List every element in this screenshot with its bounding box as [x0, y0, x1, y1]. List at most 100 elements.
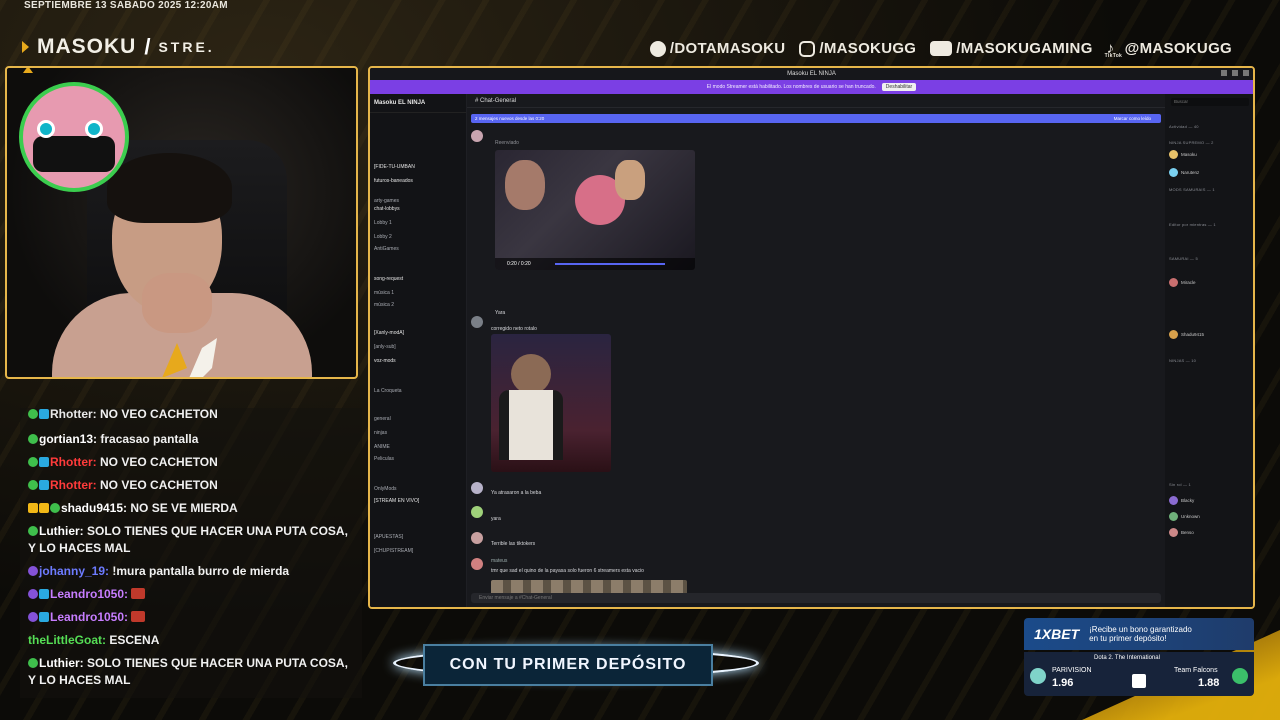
channel-item[interactable]: chat-lobbys	[374, 206, 400, 212]
avatar[interactable]	[471, 558, 483, 570]
badge-icon	[39, 589, 49, 599]
member-item[interactable]: Blacky	[1169, 496, 1194, 505]
member-item[interactable]: Miracle	[1169, 278, 1196, 287]
member-item[interactable]: Narutenz	[1169, 168, 1199, 177]
chat-username[interactable]: Rhotter:	[50, 455, 97, 469]
new-messages-text: 2 mensajes nuevos desde las 0:20	[475, 116, 545, 121]
chat-username[interactable]: johanny_19:	[39, 564, 109, 578]
channel-item[interactable]: futuros-baneados	[374, 178, 413, 184]
badge-icon	[28, 526, 38, 536]
badge-icon	[28, 658, 38, 668]
channel-item[interactable]: general	[374, 416, 391, 422]
channel-item[interactable]: OnlyMods	[374, 486, 397, 492]
channel-item[interactable]: [STREAM EN VIVO]	[374, 498, 419, 504]
channel-item[interactable]: La Croqueta	[374, 388, 402, 394]
chat-username[interactable]: Leandro1050:	[50, 610, 128, 624]
photo-person-head	[511, 354, 551, 394]
channel-item[interactable]: arty-games	[374, 198, 399, 204]
channel-item[interactable]: [APUESTAS]	[374, 534, 403, 540]
avatar[interactable]	[471, 482, 483, 494]
channel-item[interactable]: música 2	[374, 302, 394, 308]
badge-icon	[28, 503, 38, 513]
youtube-icon	[930, 41, 953, 56]
member-item[interactable]: Unknown	[1169, 512, 1200, 521]
video-progress-bar[interactable]	[555, 263, 665, 265]
chat-username[interactable]: Leandro1050:	[50, 587, 128, 601]
close-icon[interactable]	[1243, 70, 1249, 76]
member-category: SAMURAI — 5	[1169, 256, 1198, 261]
message-input[interactable]: Enviar mensaje a #Chat-General	[471, 593, 1161, 603]
member-category: Sin rol — 1	[1169, 482, 1191, 487]
chat-username[interactable]: Rhotter:	[50, 478, 97, 492]
badge-icon	[28, 480, 38, 490]
team-2: Team Falcons	[1174, 667, 1218, 674]
server-name[interactable]: Masoku EL NINJA	[370, 94, 466, 113]
channel-item[interactable]: AntiGames	[374, 246, 399, 252]
channel-item[interactable]: Lobby 1	[374, 220, 392, 226]
badge-icon	[28, 612, 38, 622]
member-item[interactable]: Benso	[1169, 528, 1194, 537]
maximize-icon[interactable]	[1232, 70, 1238, 76]
channel-item[interactable]: [CHUPISTREAM]	[374, 548, 413, 554]
message-text: Terrible las tiktokers	[491, 541, 536, 547]
channel-item[interactable]: [anly-sub]	[374, 344, 396, 350]
channel-sidebar: Masoku EL NINJA [FIDE-TU-UMBAN futuros-ba…	[370, 94, 466, 607]
window-titlebar: Masoku EL NINJA	[370, 68, 1253, 80]
message-text: yara	[491, 516, 501, 522]
image-attachment[interactable]	[491, 334, 611, 472]
badge-icon	[39, 612, 49, 622]
new-messages-bar[interactable]: 2 mensajes nuevos desde las 0:20 Marcar …	[471, 114, 1161, 123]
streamer-notice: El modo Streamer está habilitado. Los no…	[706, 84, 876, 90]
badge-icon	[28, 434, 38, 444]
streamer-mode-bar: El modo Streamer está habilitado. Los no…	[370, 80, 1253, 94]
window-controls	[1221, 70, 1249, 76]
chat-username[interactable]: theLittleGoat:	[28, 633, 106, 647]
avatar	[1169, 168, 1178, 177]
member-item[interactable]: Masoku	[1169, 150, 1197, 159]
bet-promo-line: en tu primer depósito!	[1089, 634, 1167, 643]
member-item[interactable]: Shadu9415	[1169, 330, 1204, 339]
avatar[interactable]	[471, 506, 483, 518]
stream-date: SEPTIEMBRE 13 SABADO 2025 12:20AM	[24, 0, 228, 11]
mark-read-button[interactable]: Marcar como leído	[1114, 116, 1151, 121]
minimize-icon[interactable]	[1221, 70, 1227, 76]
bet-promo-line: ¡Recibe un bono garantizado	[1089, 625, 1192, 634]
channel-name: Chat-General	[480, 98, 517, 104]
webcam-frame	[5, 66, 358, 379]
chat-text: NO VEO CACHETON	[100, 408, 218, 421]
channel-item[interactable]: voz-mods	[374, 358, 396, 364]
bet-promo: 1XBET ¡Recibe un bono garantizado en tu …	[1024, 618, 1254, 650]
channel-item[interactable]: song-request	[374, 276, 403, 282]
chat-username[interactable]: Luthier:	[39, 656, 84, 670]
badge-icon	[39, 457, 49, 467]
odd-2: 1.88	[1198, 677, 1220, 689]
brand-slash: /	[144, 34, 151, 59]
channel-item[interactable]: ninjas	[374, 430, 387, 436]
social-label: /DOTAMASOKU	[669, 40, 786, 57]
avatar	[1169, 330, 1178, 339]
disable-streamer-button[interactable]: Deshabilitar	[881, 83, 917, 91]
chat-message: Leandro1050:	[28, 609, 358, 626]
channel-item[interactable]: música 1	[374, 290, 394, 296]
avatar[interactable]	[471, 316, 483, 328]
avatar[interactable]	[471, 130, 483, 142]
chat-username[interactable]: shadu9415:	[61, 501, 127, 515]
channel-item[interactable]: Lobby 2	[374, 234, 392, 240]
social-tiktok: ♪ TikTok @MASOKUGG	[1105, 40, 1232, 59]
chat-text: !mura pantalla burro de mierda	[112, 564, 290, 578]
channel-item[interactable]: ANIME	[374, 444, 390, 450]
emote-mask	[33, 136, 115, 172]
avatar[interactable]	[471, 532, 483, 544]
channel-item[interactable]: [Xanly-modA]	[374, 330, 404, 336]
channel-item[interactable]: Peliculas	[374, 456, 394, 462]
chat-username[interactable]: gortian13:	[39, 432, 97, 446]
chat-message: theLittleGoat: ESCENA	[28, 632, 358, 649]
chat-username[interactable]: Luthier:	[39, 524, 84, 538]
message-text: tmr que sad el quino de la payasa solo f…	[491, 568, 644, 574]
video-attachment[interactable]: 0:20 / 0:20	[495, 150, 695, 270]
search-input[interactable]: Buscar	[1171, 98, 1249, 106]
emote-icon	[131, 611, 146, 622]
chat-username[interactable]: Rhotter:	[50, 408, 97, 421]
channel-item[interactable]: [FIDE-TU-UMBAN	[374, 164, 415, 170]
chevron-up-icon	[23, 68, 33, 73]
